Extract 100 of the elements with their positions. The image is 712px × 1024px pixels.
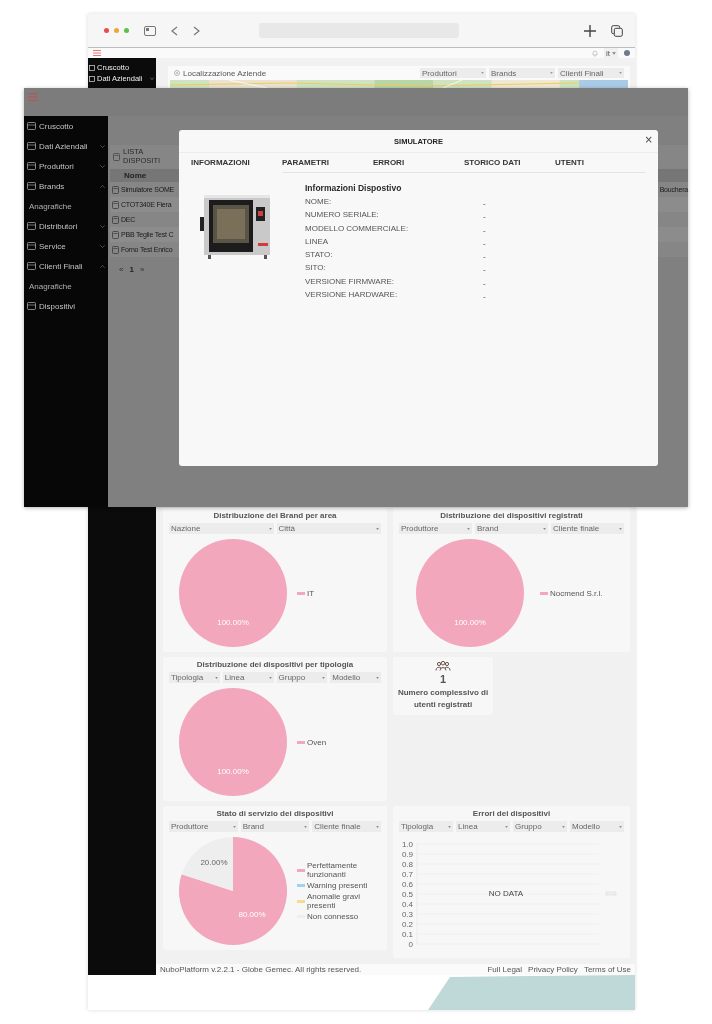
sidebar-item[interactable]: Service [24,236,108,256]
field-value: - [483,292,486,302]
legend-swatch [297,868,305,872]
legend-label: Warning presenti [307,881,368,890]
filter-select[interactable]: Produttore [169,821,238,832]
axis-tick-label: 0.6 [401,879,413,889]
filter-select[interactable]: Clienti Finali [558,68,624,78]
chevron-icon [100,144,105,148]
sidebar-item[interactable]: Produttori [24,156,108,176]
people-icon [435,661,451,671]
filter-select[interactable]: Cliente finale [312,821,381,832]
menu-icon[interactable] [93,50,101,56]
back-icon[interactable] [171,25,178,36]
footer-link[interactable]: Privacy Policy [528,965,578,974]
chart-title: Distribuzione dei dispositivi registrati [439,511,584,520]
close-button[interactable]: × [644,135,653,145]
filter-select[interactable]: Tipologia [169,672,220,683]
copyright-text: NuboPlatform v.2.2.1 - Globe Gemec. All rights reserved. [160,965,362,974]
filter-select[interactable]: Brand [475,523,548,534]
chevron-icon [100,224,105,228]
avatar-icon[interactable] [624,50,630,56]
legend-label: Anomalie gravi presenti [307,892,361,910]
chevron-icon [100,184,105,188]
slice-label: 100.00% [453,618,486,628]
sidebar-item[interactable]: Dati Aziendali [24,136,108,156]
filter-select[interactable]: Produttore [399,523,472,534]
filter-select[interactable]: Nazione [169,523,274,534]
tab[interactable]: INFORMAZIONI [191,153,282,173]
language-select[interactable]: it [604,48,618,58]
filter-select[interactable]: Produttori [420,68,486,78]
field-label: NOME: [305,197,333,206]
filter-select[interactable]: Cliente finale [551,523,624,534]
chevron-icon [150,77,154,80]
axis-tick-label: 0 [408,939,413,949]
caret-icon [304,825,308,828]
footer-link[interactable]: Terms of Use [583,965,631,974]
caret-icon [619,72,622,74]
stat-value: 1 [439,673,447,685]
filter-select[interactable]: Brand [240,821,310,832]
device-icon [112,245,119,254]
chart-title: Stato di servizio dei dispositivi [215,809,335,818]
chevron-icon [100,244,105,248]
minimize-dot[interactable] [114,28,119,33]
square-icon [27,162,36,170]
plus-icon[interactable] [584,24,596,37]
chevron-icon [100,264,105,268]
filter-select[interactable]: Brands [489,68,555,78]
field-label: VERSIONE FIRMWARE: [305,276,396,286]
zoom-dot[interactable] [124,28,129,33]
legend-swatch [540,591,548,595]
caret-icon [376,527,379,530]
column-header: Nome [124,171,147,180]
legend-label: IT [307,588,315,598]
stat-label: Numero complessivo di utenti registrati [396,687,490,711]
tab[interactable]: STORICO DATI [464,153,555,173]
filter-select[interactable]: Linea [222,672,274,683]
slice-label: 20.00% [200,857,228,867]
filter-select[interactable]: Tipologia [399,821,453,832]
tab[interactable]: UTENTI [555,153,646,173]
filter-select[interactable]: Modello [330,672,381,683]
caret-icon [376,825,379,828]
caret-icon [376,676,379,679]
legend-swatch [297,884,305,887]
sidebar-item[interactable]: Cruscotto [24,116,108,136]
slice-label: 80.00% [238,910,266,920]
filter-select[interactable]: Modello [570,821,624,832]
footer-link[interactable]: Full Legal [487,965,523,974]
filter-select[interactable]: Gruppo [513,821,567,832]
submenu-item[interactable]: Anagrafiche [24,196,108,216]
sidebar-item[interactable]: Clienti Finali [24,256,108,276]
axis-tick-label: 0.7 [401,869,413,879]
field-value: - [483,225,486,235]
forward-icon[interactable] [193,25,200,36]
caret-icon [562,825,565,828]
caret-icon [550,72,553,74]
sidebar-toggle-icon[interactable] [144,25,156,36]
caret-icon [612,51,616,55]
tab[interactable]: ERRORI [373,153,464,173]
caret-icon [448,825,451,828]
card-title: Localizzazione Aziende [183,68,267,78]
filter-select[interactable]: Gruppo [276,672,328,683]
close-dot[interactable] [104,28,109,33]
axis-tick-label: 0.5 [401,889,413,899]
field-label: NUMERO SERIALE: [305,210,380,220]
sidebar-item[interactable]: Distributori [24,216,108,236]
filter-select[interactable]: Linea [456,821,510,832]
sidebar-item[interactable]: Dispositivi [24,296,108,316]
field-value: - [483,265,486,275]
field-value: - [483,212,486,222]
page-link[interactable]: 1 [129,265,134,274]
field-label: MODELLO COMMERCIALE: [305,223,410,233]
tab[interactable]: PARAMETRI [282,153,373,173]
submenu-item[interactable]: Anagrafiche [24,276,108,296]
tabs-overview-icon[interactable] [611,24,623,37]
axis-tick-label: 0.3 [401,909,413,919]
filter-select[interactable]: Città [276,523,381,534]
sidebar-item[interactable]: Brands [24,176,108,196]
field-value: - [483,278,486,288]
caret-icon [232,825,236,828]
square-icon [27,262,36,270]
